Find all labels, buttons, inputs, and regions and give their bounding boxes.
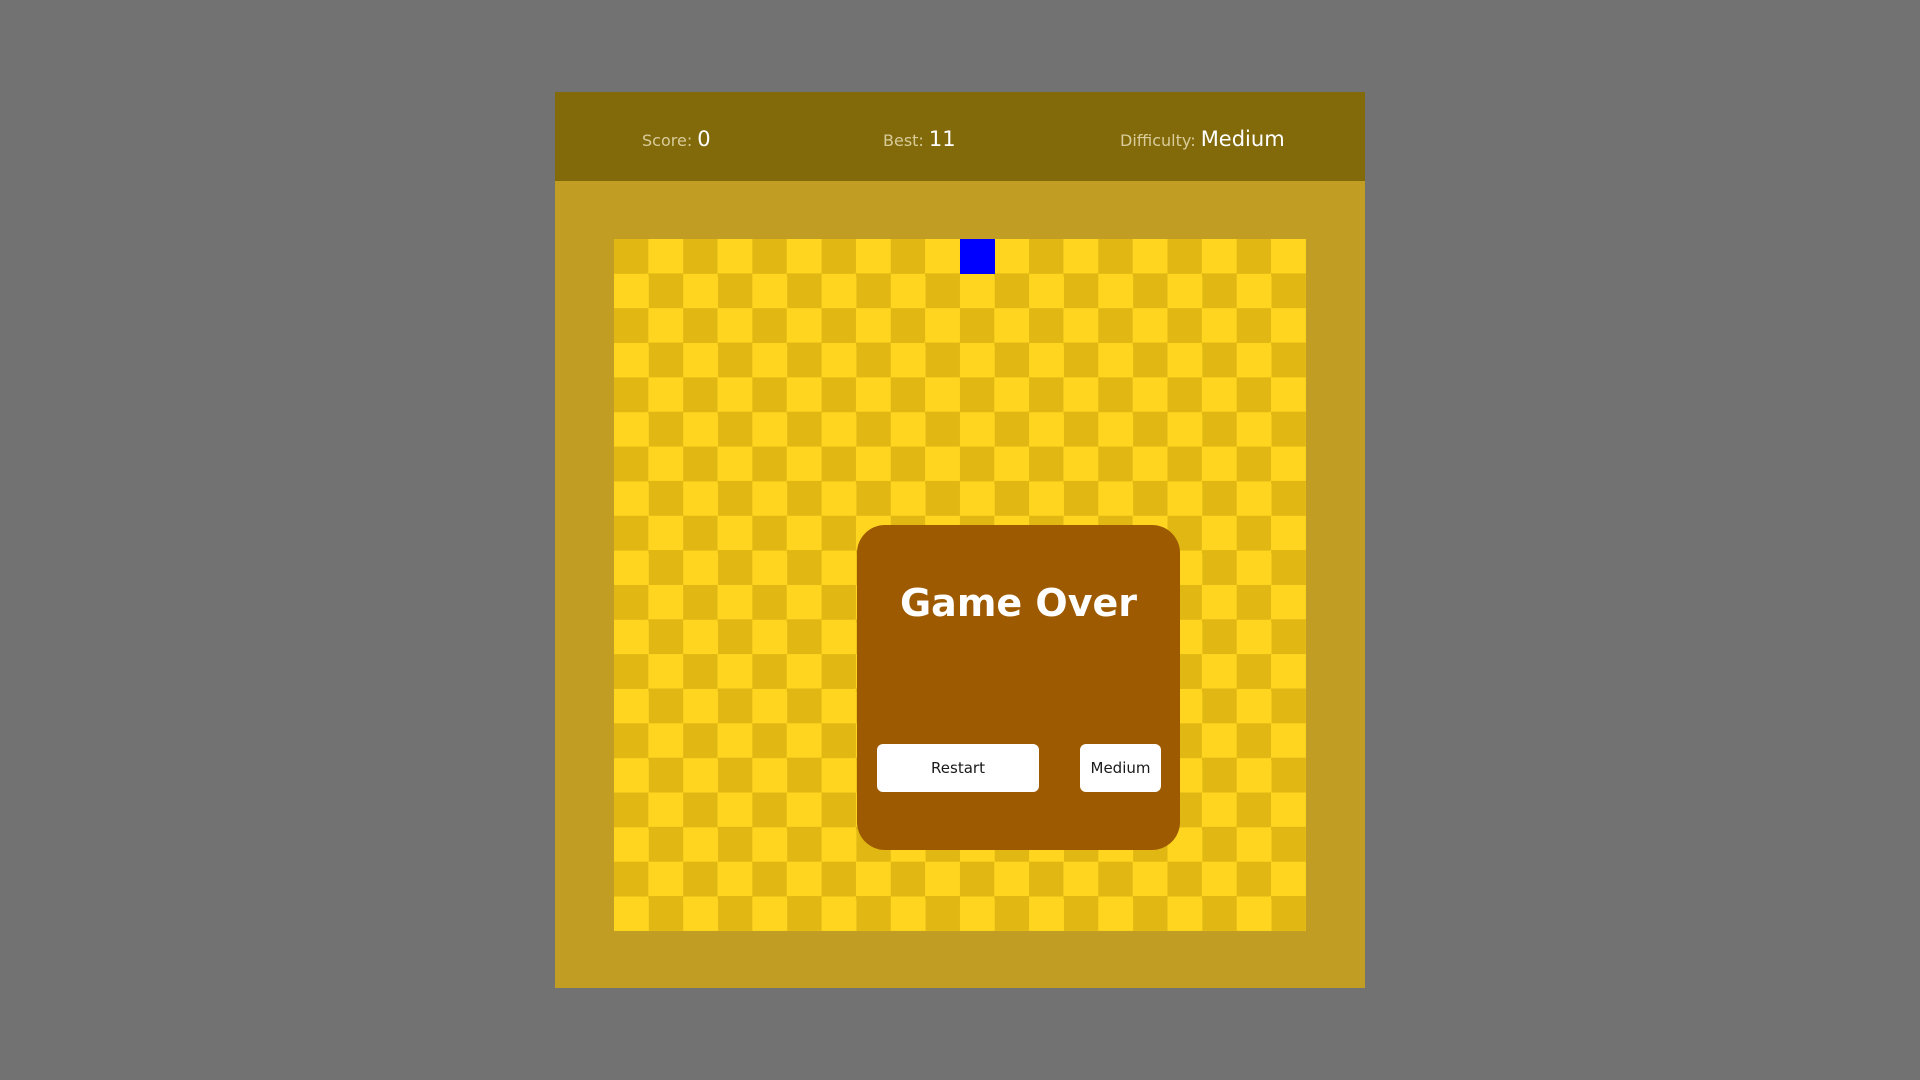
score-display: Score: 0 [642,124,711,154]
difficulty-label: Difficulty: [1120,131,1196,150]
score-value: 0 [697,127,711,151]
game-board: Game Over Restart Medium [614,239,1306,931]
game-over-modal: Game Over Restart Medium [857,525,1180,850]
best-label: Best: [883,131,924,150]
score-header: Score: 0 Best: 11 Difficulty: Medium [555,92,1365,181]
difficulty-value: Medium [1200,127,1285,151]
game-over-title: Game Over [899,581,1138,625]
best-value: 11 [928,127,956,151]
difficulty-button[interactable]: Medium [1080,744,1161,792]
snake-segment [960,239,995,274]
score-label: Score: [642,131,693,150]
game-container: Score: 0 Best: 11 Difficulty: Medium Gam… [555,92,1365,988]
best-display: Best: 11 [883,124,956,154]
restart-button[interactable]: Restart [877,744,1039,792]
difficulty-display: Difficulty: Medium [1120,124,1285,154]
